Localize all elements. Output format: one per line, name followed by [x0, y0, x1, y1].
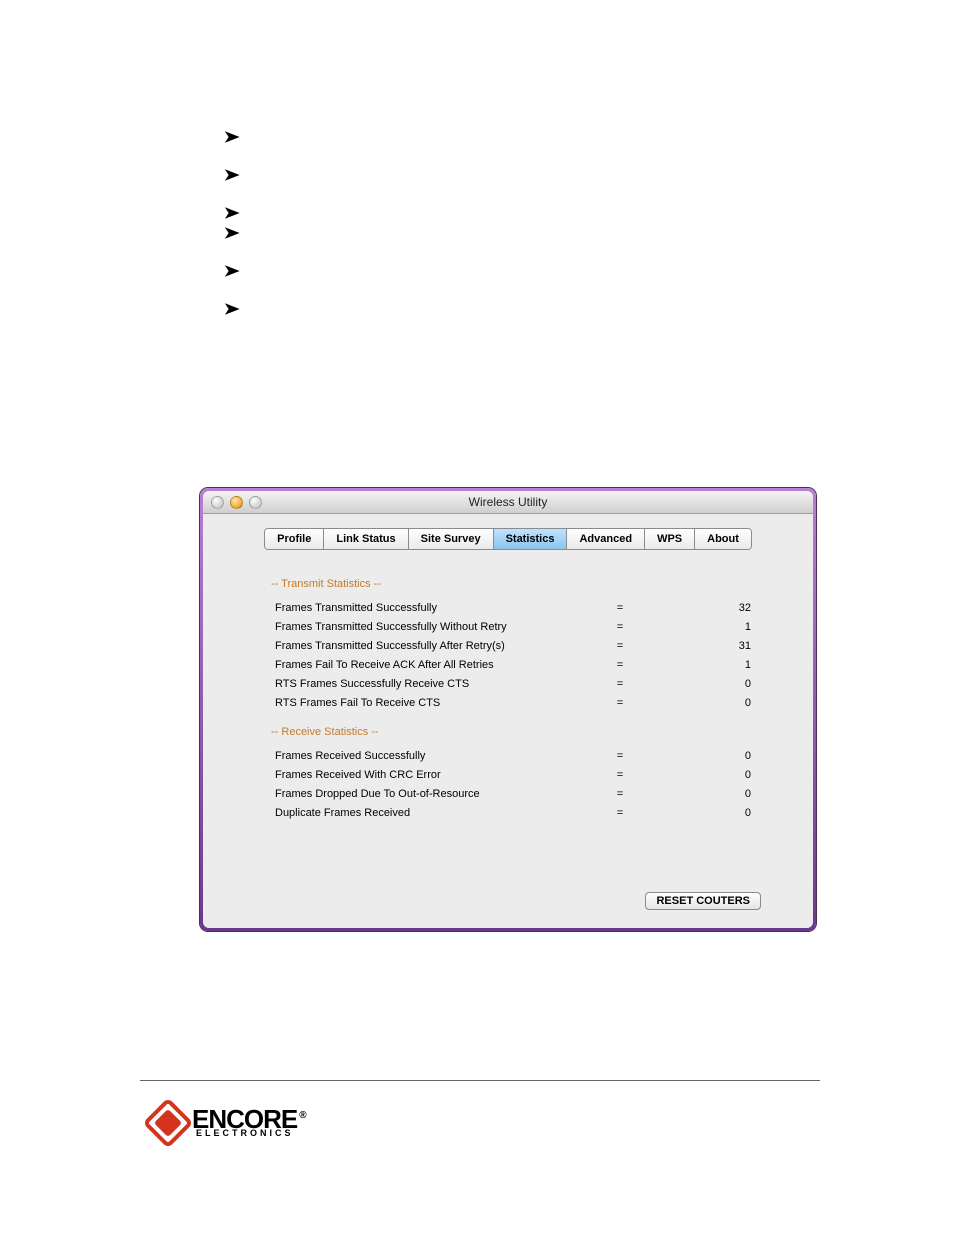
- tab-site-survey[interactable]: Site Survey: [409, 529, 494, 549]
- stat-label: Frames Transmitted Successfully Without …: [275, 621, 605, 633]
- stat-value: 1: [635, 659, 761, 671]
- bullet-arrow-icon: ➤: [224, 302, 240, 318]
- stat-value: 0: [635, 697, 761, 709]
- bullet-arrow-icon: ➤: [224, 264, 240, 280]
- equals-sign: =: [605, 750, 635, 762]
- stat-label: Frames Transmitted Successfully: [275, 602, 605, 614]
- registered-icon: ®: [299, 1110, 305, 1121]
- tab-profile[interactable]: Profile: [265, 529, 324, 549]
- bullet-arrow-icon: ➤: [224, 168, 240, 184]
- wireless-utility-window: Wireless Utility Profile Link Status Sit…: [200, 488, 816, 931]
- stat-label: Frames Transmitted Successfully After Re…: [275, 640, 605, 652]
- stat-row: Frames Received With CRC Error=0: [275, 765, 761, 784]
- stat-row: RTS Frames Fail To Receive CTS=0: [275, 693, 761, 712]
- bullet-arrow-icon: ➤: [224, 226, 240, 242]
- tab-wps[interactable]: WPS: [645, 529, 695, 549]
- stat-label: Frames Fail To Receive ACK After All Ret…: [275, 659, 605, 671]
- equals-sign: =: [605, 788, 635, 800]
- stat-value: 0: [635, 678, 761, 690]
- stat-row: RTS Frames Successfully Receive CTS=0: [275, 674, 761, 693]
- equals-sign: =: [605, 678, 635, 690]
- reset-counters-button[interactable]: RESET COUTERS: [645, 892, 761, 910]
- stat-row: Frames Transmitted Successfully Without …: [275, 617, 761, 636]
- tab-statistics[interactable]: Statistics: [494, 529, 568, 549]
- equals-sign: =: [605, 640, 635, 652]
- stat-value: 32: [635, 602, 761, 614]
- stat-value: 0: [635, 769, 761, 781]
- encore-logo-icon: [143, 1098, 194, 1149]
- stat-label: RTS Frames Successfully Receive CTS: [275, 678, 605, 690]
- stat-row: Frames Fail To Receive ACK After All Ret…: [275, 655, 761, 674]
- equals-sign: =: [605, 602, 635, 614]
- statistics-panel: -- Transmit Statistics -- Frames Transmi…: [203, 550, 813, 844]
- stat-row: Duplicate Frames Received=0: [275, 803, 761, 822]
- stat-label: Frames Received With CRC Error: [275, 769, 605, 781]
- stat-row: Frames Transmitted Successfully After Re…: [275, 636, 761, 655]
- tab-about[interactable]: About: [695, 529, 751, 549]
- logo-sub-text: ELECTRONICS: [196, 1130, 306, 1137]
- stat-label: Duplicate Frames Received: [275, 807, 605, 819]
- tab-link-status[interactable]: Link Status: [324, 529, 408, 549]
- equals-sign: =: [605, 697, 635, 709]
- stat-label: Frames Dropped Due To Out-of-Resource: [275, 788, 605, 800]
- page-bullet-arrows: ➤ ➤ ➤ ➤ ➤ ➤: [225, 130, 238, 340]
- bullet-arrow-icon: ➤: [224, 206, 240, 222]
- equals-sign: =: [605, 621, 635, 633]
- tab-bar: Profile Link Status Site Survey Statisti…: [203, 528, 813, 550]
- stat-row: Frames Received Successfully=0: [275, 746, 761, 765]
- footer-divider: [140, 1080, 820, 1081]
- stat-value: 1: [635, 621, 761, 633]
- window-titlebar: Wireless Utility: [203, 491, 813, 514]
- stat-value: 31: [635, 640, 761, 652]
- stat-row: Frames Transmitted Successfully=32: [275, 598, 761, 617]
- stat-label: Frames Received Successfully: [275, 750, 605, 762]
- equals-sign: =: [605, 769, 635, 781]
- stat-value: 0: [635, 788, 761, 800]
- receive-section-header: -- Receive Statistics --: [271, 726, 761, 738]
- equals-sign: =: [605, 659, 635, 671]
- tab-advanced[interactable]: Advanced: [567, 529, 645, 549]
- stat-value: 0: [635, 750, 761, 762]
- encore-logo: ENCORE® ELECTRONICS: [150, 1105, 306, 1141]
- bullet-arrow-icon: ➤: [224, 130, 240, 146]
- stat-value: 0: [635, 807, 761, 819]
- transmit-section-header: -- Transmit Statistics --: [271, 578, 761, 590]
- stat-label: RTS Frames Fail To Receive CTS: [275, 697, 605, 709]
- stat-row: Frames Dropped Due To Out-of-Resource=0: [275, 784, 761, 803]
- window-title: Wireless Utility: [203, 495, 813, 509]
- equals-sign: =: [605, 807, 635, 819]
